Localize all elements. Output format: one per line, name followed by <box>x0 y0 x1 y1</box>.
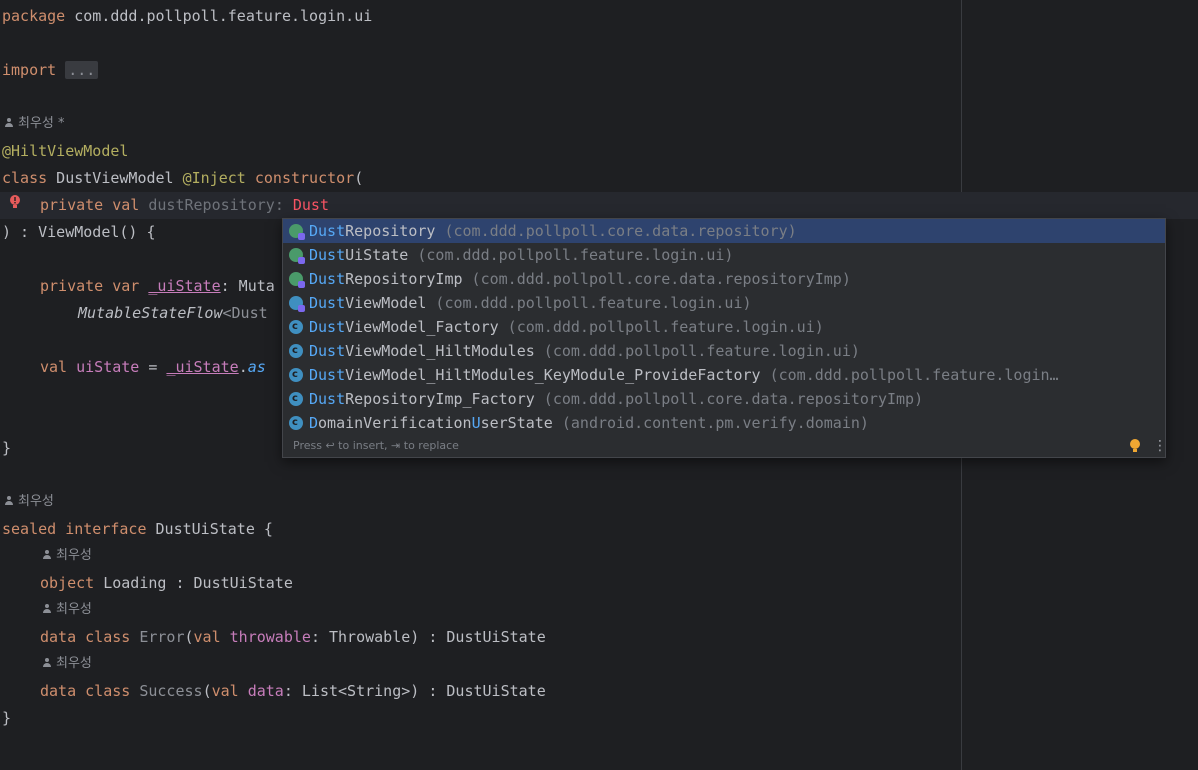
code-line-mutable-flow[interactable]: MutableStateFlow<Dust <box>78 300 268 327</box>
completion-hint: Press ↩ to insert, ⇥ to replace <box>293 439 459 452</box>
code-line-import[interactable]: import ... <box>2 57 99 84</box>
code-line-error[interactable]: data class Error(val throwable: Throwabl… <box>40 624 546 651</box>
author-hint[interactable]: 최우성 <box>42 599 92 621</box>
author-hint[interactable]: 최우성 <box>4 491 54 513</box>
code-line-annotation[interactable]: @HiltViewModel <box>2 138 128 165</box>
completion-item[interactable]: DustUiState (com.ddd.pollpoll.feature.lo… <box>283 243 1165 267</box>
completion-item[interactable]: c DustViewModel_Factory (com.ddd.pollpol… <box>283 315 1165 339</box>
code-line-close-brace[interactable]: } <box>2 705 11 732</box>
completion-item[interactable]: DustViewModel (com.ddd.pollpoll.feature.… <box>283 291 1165 315</box>
completion-item[interactable]: c DustRepositoryImp_Factory (com.ddd.pol… <box>283 387 1165 411</box>
code-line-close-brace[interactable]: } <box>2 435 11 462</box>
folded-imports[interactable]: ... <box>65 61 99 79</box>
class-icon <box>289 272 305 288</box>
error-bulb-icon[interactable] <box>9 194 21 210</box>
completion-item[interactable]: c DustViewModel_HiltModules (com.ddd.pol… <box>283 339 1165 363</box>
java-class-icon: c <box>289 368 303 382</box>
completion-popup[interactable]: DustRepository (com.ddd.pollpoll.core.da… <box>282 218 1167 458</box>
author-hint[interactable]: 최우성 <box>42 545 92 567</box>
code-line-loading[interactable]: object Loading : DustUiState <box>40 570 293 597</box>
lightbulb-icon[interactable] <box>1129 438 1141 454</box>
java-class-icon: c <box>289 416 303 430</box>
class-icon <box>289 296 305 312</box>
completion-item[interactable]: DustRepositoryImp (com.ddd.pollpoll.core… <box>283 267 1165 291</box>
more-options-icon[interactable]: ⋮ <box>1153 438 1167 454</box>
interface-icon <box>289 248 305 264</box>
person-icon <box>4 118 14 128</box>
code-line-param[interactable]: private val dustRepository: Dust <box>40 192 329 219</box>
java-class-icon: c <box>289 392 303 406</box>
author-hint[interactable]: 최우성 * <box>4 113 65 135</box>
interface-icon <box>289 224 305 240</box>
code-line-superclass[interactable]: ) : ViewModel() { <box>2 219 156 246</box>
person-icon <box>42 604 52 614</box>
java-class-icon: c <box>289 344 303 358</box>
person-icon <box>42 550 52 560</box>
person-icon <box>4 496 14 506</box>
author-hint[interactable]: 최우성 <box>42 653 92 675</box>
code-line-package[interactable]: package com.ddd.pollpoll.feature.login.u… <box>2 3 372 30</box>
completion-item[interactable]: c DustViewModel_HiltModules_KeyModule_Pr… <box>283 363 1165 387</box>
person-icon <box>42 658 52 668</box>
code-line-success[interactable]: data class Success(val data: List<String… <box>40 678 546 705</box>
java-class-icon: c <box>289 320 303 334</box>
code-line-uistate-val[interactable]: val uiState = _uiState.as <box>40 354 266 381</box>
completion-item[interactable]: c DomainVerificationUserState (android.c… <box>283 411 1165 435</box>
code-line-class-decl[interactable]: class DustViewModel @Inject constructor( <box>2 165 363 192</box>
code-line-uistate-var[interactable]: private var _uiState: Muta <box>40 273 275 300</box>
code-line-sealed-interface[interactable]: sealed interface DustUiState { <box>2 516 273 543</box>
completion-item[interactable]: DustRepository (com.ddd.pollpoll.core.da… <box>283 219 1165 243</box>
